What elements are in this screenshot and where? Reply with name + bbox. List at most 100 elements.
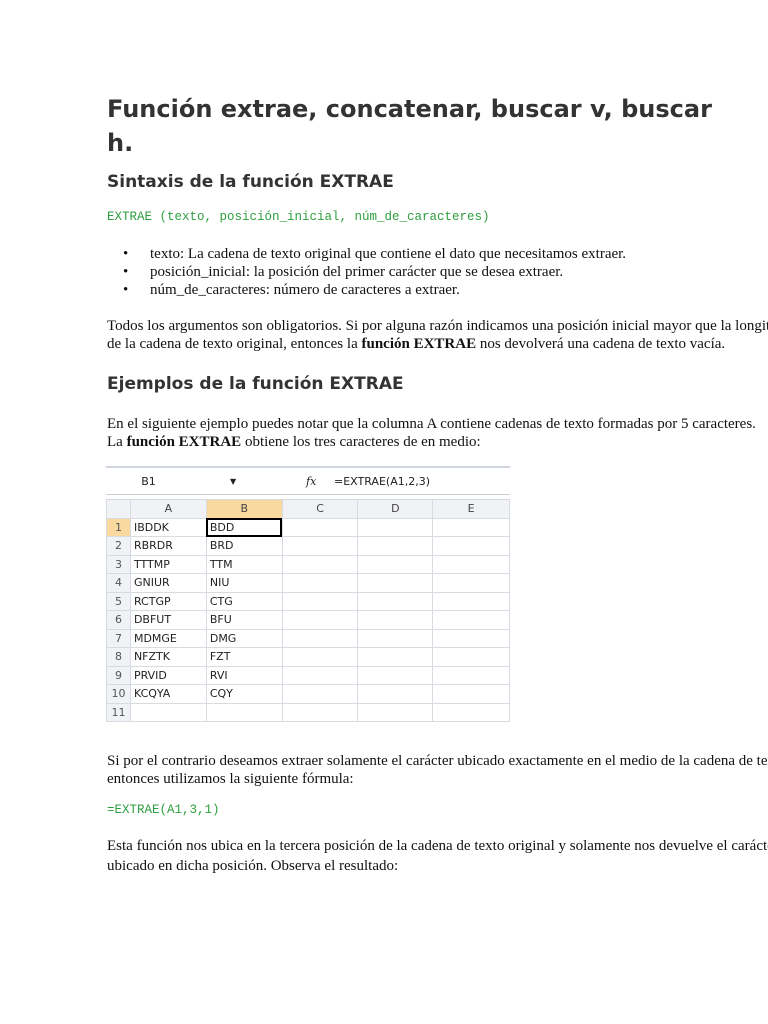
column-header: B [205,499,283,519]
sheet-row: 4 GNIUR NIU [106,573,510,593]
column-header: A [129,499,207,519]
syntax-code: EXTRAE (texto, posición_inicial, núm_de_… [107,210,490,224]
paragraph: Todos los argumentos son obligatorios. S… [107,318,768,334]
row-header: 11 [106,702,131,722]
cell-c [281,573,359,593]
formula-text: =EXTRAE(A1,2,3) [334,475,430,488]
row-header: 4 [106,573,131,593]
row-header: 8 [106,647,131,667]
cell-c [281,684,359,704]
cell-b: TTM [205,554,283,574]
sheet-row: 7 MDMGE DMG [106,628,510,648]
cell-c [281,647,359,667]
cell-d [357,684,434,704]
text: nos devolverá una cadena de texto vacía. [476,336,726,352]
cell-a: TTTMP [129,554,207,574]
cell-b: DMG [205,628,283,648]
cell-c [281,702,359,722]
cell-a: PRVID [129,665,207,685]
cell-e [432,684,510,704]
row-header: 2 [106,536,131,556]
bold-text: función EXTRAE [126,434,242,450]
cell-b: BRD [205,536,283,556]
cell-a: NFZTK [129,647,207,667]
list-item: posición_inicial: la posición del primer… [123,264,563,281]
cell-e [432,610,510,630]
column-header-row: A B C D E [106,499,510,519]
column-header: C [281,499,359,519]
sheet-row: 8 NFZTK FZT [106,647,510,667]
cell-b [205,702,283,722]
text: obtiene los tres caracteres de en medio: [241,434,481,450]
cell-d [357,591,434,611]
cell-e [432,628,510,648]
cell-d [357,573,434,593]
formula-code: =EXTRAE(A1,3,1) [107,803,220,817]
cell-d [357,647,434,667]
fx-icon: fx [306,475,317,488]
formula-bar: B1 ▼ fx =EXTRAE(A1,2,3) [106,470,510,495]
page-title-cont: h. [107,129,134,157]
cell-b: NIU [205,573,283,593]
cell-d [357,702,434,722]
sheet-row: 5 RCTGP CTG [106,591,510,611]
spreadsheet-screenshot: B1 ▼ fx =EXTRAE(A1,2,3) A B C D E 1 IBDDK… [106,466,510,736]
cell-a: DBFUT [129,610,207,630]
sheet-grid: A B C D E 1 IBDDK BDD 2 RBRDR BRD 3 TTTMP TTM 4 GN… [106,499,510,722]
cell-a: MDMGE [129,628,207,648]
bold-text: función EXTRAE [361,336,477,352]
row-header: 7 [106,628,131,648]
document-page: Función extrae, concatenar, buscar v, bu… [0,0,768,1024]
cell-d [357,628,434,648]
row-header: 3 [106,554,131,574]
cell-b: BFU [205,610,283,630]
column-header: E [432,499,510,519]
cell-c [281,610,359,630]
cell-c [281,554,359,574]
section-heading-syntax: Sintaxis de la función EXTRAE [107,172,394,192]
cell-c [281,628,359,648]
cell-a: KCQYA [129,684,207,704]
cell-e [432,536,510,556]
cell-c [281,665,359,685]
page-title: Función extrae, concatenar, buscar v, bu… [107,95,712,123]
paragraph: ubicado en dicha posición. Observa el re… [107,858,399,874]
list-item: núm_de_caracteres: número de caracteres … [123,282,460,299]
text: La [107,434,127,450]
sheet-row: 10 KCQYA CQY [106,684,510,704]
cell-b: FZT [205,647,283,667]
cell-b: RVI [205,665,283,685]
cell-e [432,517,510,537]
row-header: 9 [106,665,131,685]
cell-e [432,573,510,593]
sheet-row: 1 IBDDK BDD [106,517,510,537]
paragraph: La función EXTRAE obtiene los tres carac… [107,434,481,451]
cell-b: CQY [205,684,283,704]
section-heading-examples: Ejemplos de la función EXTRAE [107,374,404,394]
paragraph: Esta función nos ubica en la tercera pos… [107,838,768,854]
row-header: 1 [106,517,131,537]
cell-c [281,517,359,537]
cell-e [432,591,510,611]
chevron-down-icon: ▼ [230,477,237,486]
cell-a: IBDDK [129,517,207,537]
row-header: 6 [106,610,131,630]
cell-c [281,536,359,556]
column-header: D [357,499,434,519]
paragraph: de la cadena de texto original, entonces… [107,336,725,353]
paragraph: entonces utilizamos la siguiente fórmula… [107,771,354,787]
sheet-row: 6 DBFUT BFU [106,610,510,630]
cell-a: RBRDR [129,536,207,556]
text: de la cadena de texto original, entonces… [107,336,362,352]
row-header: 5 [106,591,131,611]
row-header: 10 [106,684,131,704]
list-item-text: texto: La cadena de texto original que c… [150,246,627,262]
sheet-row: 2 RBRDR BRD [106,536,510,556]
cell-d [357,665,434,685]
cell-d [357,517,434,537]
cell-c [281,591,359,611]
list-item: texto: La cadena de texto original que c… [123,246,627,263]
cell-e [432,554,510,574]
list-item-text: núm_de_caracteres: número de caracteres … [150,282,460,298]
sheet-row: 11 [106,702,510,722]
